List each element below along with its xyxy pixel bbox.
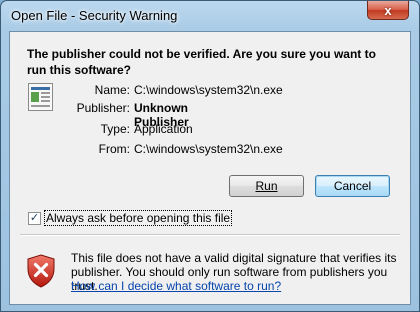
window-title: Open File - Security Warning (11, 8, 178, 23)
dialog-content: The publisher could not be verified. Are… (9, 31, 411, 305)
run-button[interactable]: Run (229, 175, 304, 197)
name-value: C:\windows\system32\n.exe (134, 83, 283, 97)
help-link[interactable]: How can I decide what software to run? (71, 279, 281, 293)
from-value: C:\windows\system32\n.exe (134, 142, 283, 156)
always-ask-option[interactable]: ✓ Always ask before opening this file (28, 210, 233, 226)
always-ask-checkbox[interactable]: ✓ (28, 211, 41, 225)
run-button-label: Run (255, 179, 278, 193)
security-warning-dialog: Open File - Security Warning x The publi… (0, 0, 420, 312)
divider (20, 234, 400, 236)
security-shield-error-icon (27, 254, 55, 288)
type-value: Application (134, 122, 193, 136)
publisher-label: Publisher: (76, 101, 130, 115)
warning-heading: The publisher could not be verified. Are… (27, 47, 376, 77)
close-button[interactable]: x (367, 1, 409, 20)
always-ask-label[interactable]: Always ask before opening this file (44, 210, 233, 226)
from-label: From: (98, 142, 130, 156)
checkmark-icon: ✓ (29, 211, 40, 224)
cancel-button[interactable]: Cancel (315, 175, 390, 197)
title-bar[interactable]: Open File - Security Warning x (1, 1, 419, 31)
name-label: Name: (94, 83, 130, 97)
cancel-button-label: Cancel (333, 179, 372, 193)
close-icon: x (384, 2, 392, 18)
type-label: Type: (100, 122, 130, 136)
